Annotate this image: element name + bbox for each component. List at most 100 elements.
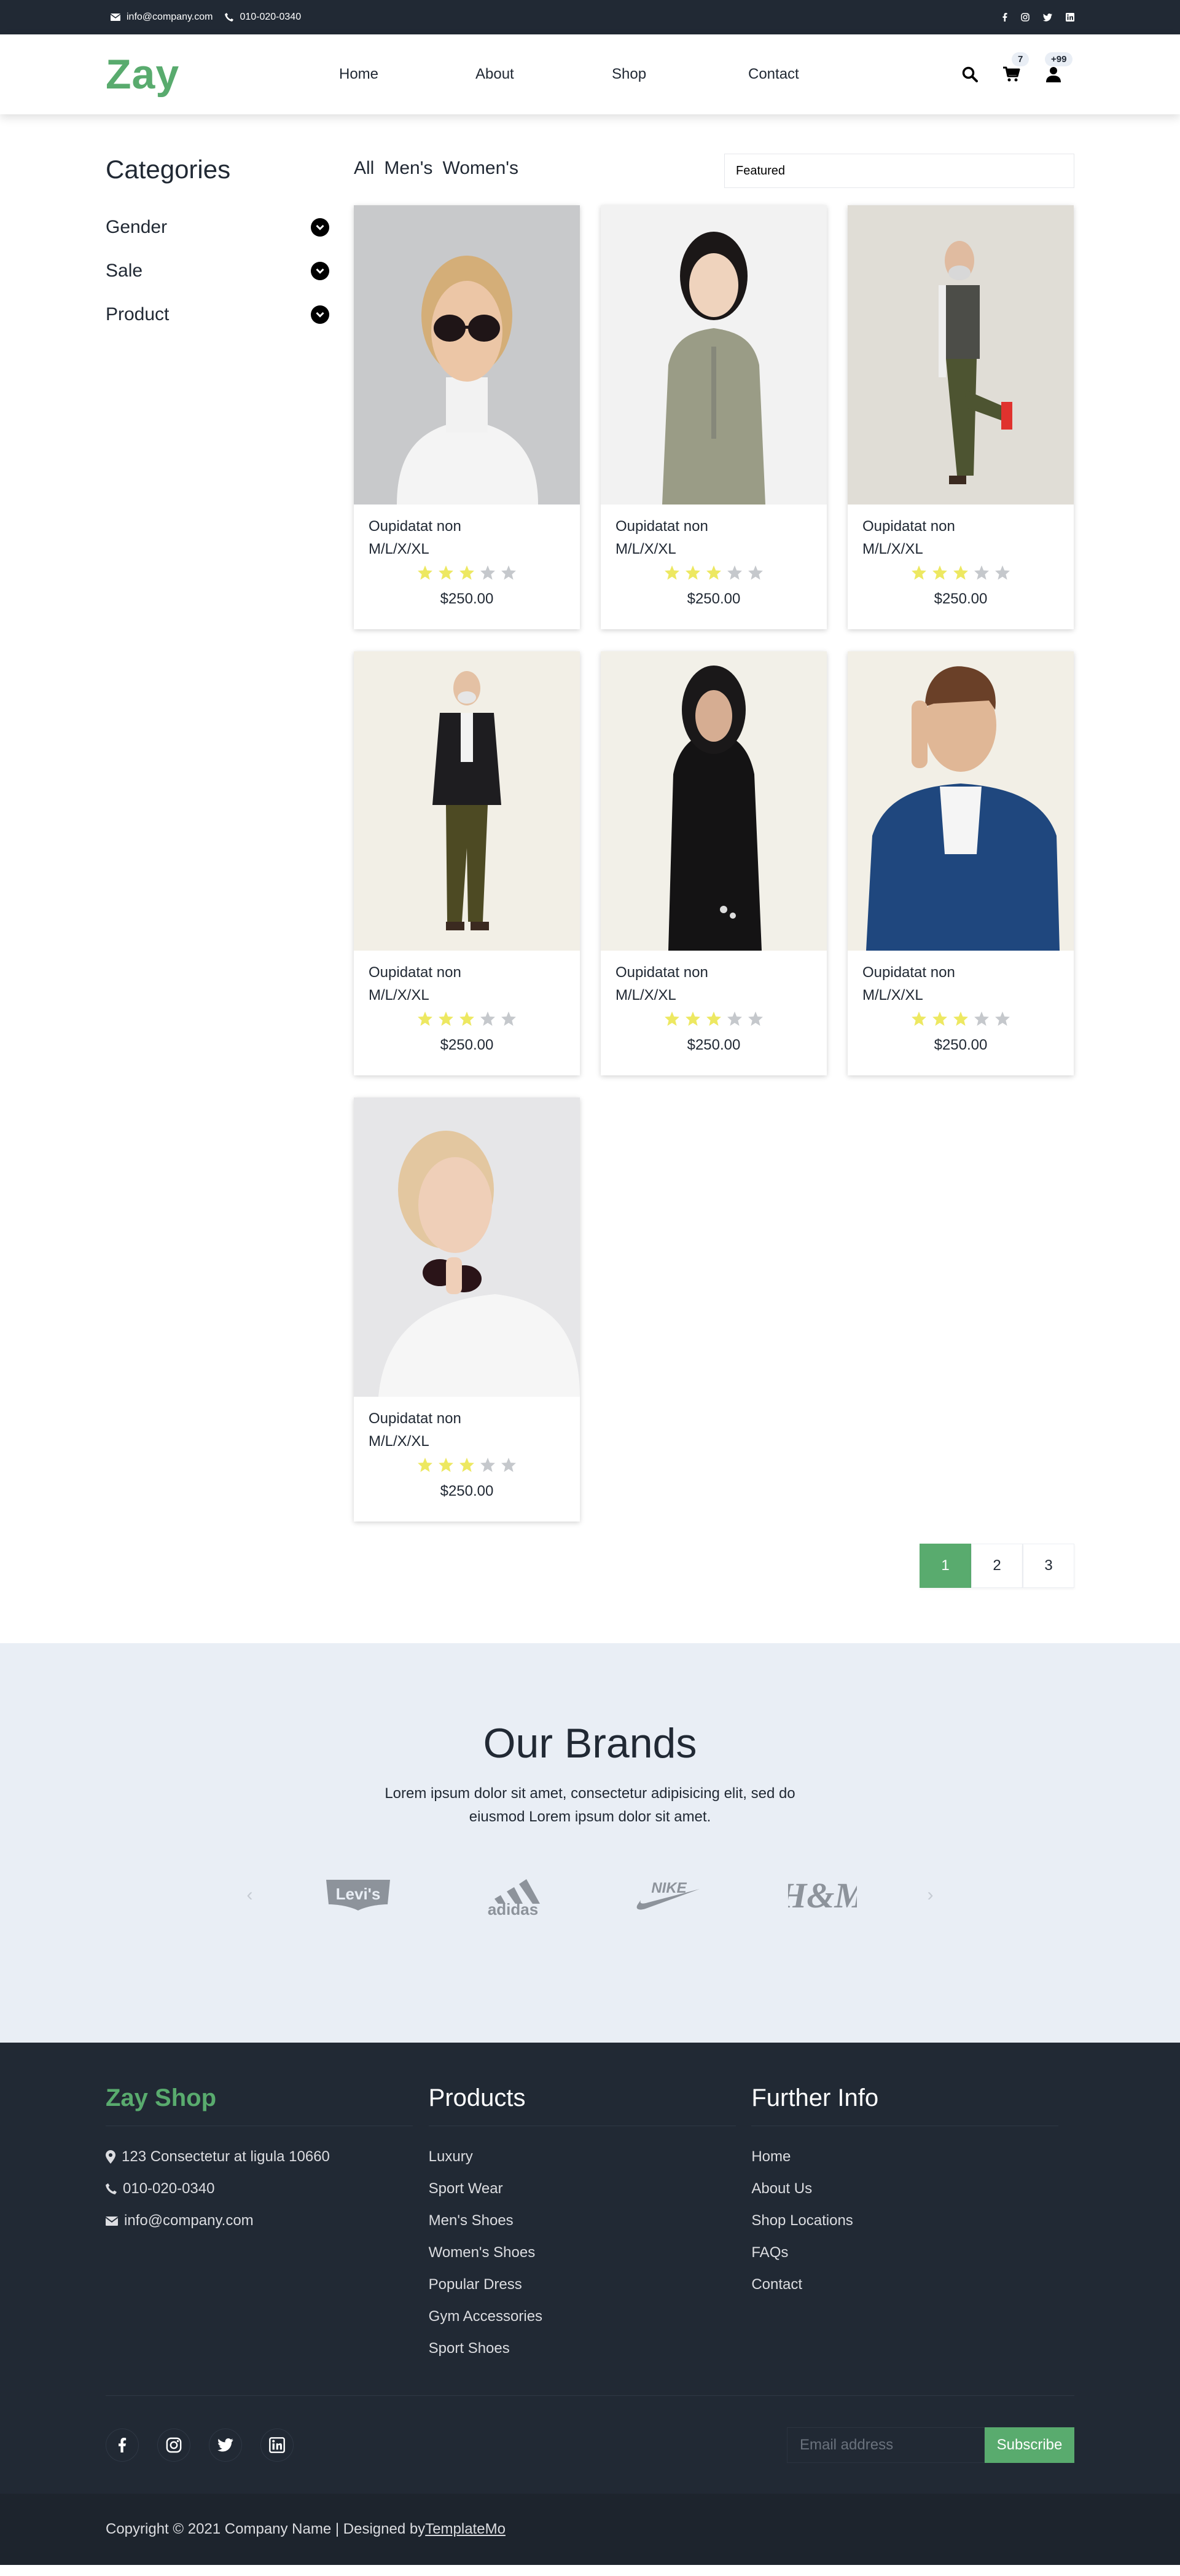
page-1-button[interactable]: 1 [920,1544,971,1588]
phone-icon [106,2183,117,2194]
user-button[interactable]: +99 [1045,52,1073,83]
product-rating [615,1011,812,1035]
product-name[interactable]: Oupidatat non [615,518,812,541]
product-name[interactable]: Oupidatat non [369,518,565,541]
site-footer: Zay Shop 123 Consectetur at ligula 10660… [0,2043,1180,2565]
nav-about[interactable]: About [475,66,612,83]
star-icon [932,565,947,580]
svg-text:H&M: H&M [788,1875,857,1915]
product-info: Oupidatat non M/L/X/XL $250.00 [354,951,580,1054]
brand-adidas[interactable]: adidas [436,1873,590,1917]
product-info: Oupidatat non M/L/X/XL $250.00 [601,951,827,1054]
footer-product-link[interactable]: Popular Dress [429,2269,752,2301]
product-image[interactable] [354,651,580,951]
category-product[interactable]: Product [106,293,329,336]
chevron-right-icon[interactable]: › [900,1885,961,1906]
brand-nike[interactable]: NIKE [590,1877,745,1914]
facebook-icon[interactable] [1002,13,1007,22]
chevron-left-icon[interactable]: ‹ [219,1885,281,1906]
brand-levis[interactable]: Levi's [281,1879,436,1912]
nav-shop[interactable]: Shop [612,66,748,83]
product-image[interactable] [354,1098,580,1397]
footer-product-link[interactable]: Women's Shoes [429,2237,752,2269]
product-card[interactable]: Oupidatat non M/L/X/XL $250.00 [354,205,580,629]
copyright-bar: Copyright © 2021 Company Name | Designed… [0,2494,1180,2565]
logo[interactable]: Zay [106,50,339,98]
footer-product-link[interactable]: Gym Accessories [429,2301,752,2333]
footer-product-link[interactable]: Luxury [429,2141,752,2173]
page-2-button[interactable]: 2 [971,1544,1023,1588]
product-name[interactable]: Oupidatat non [369,964,565,987]
facebook-icon[interactable] [106,2428,139,2462]
phone-icon [225,13,234,22]
top-email-link[interactable]: info@company.com [111,12,213,23]
page-3-button[interactable]: 3 [1023,1544,1074,1588]
product-info: Oupidatat non M/L/X/XL $250.00 [601,505,827,608]
product-price: $250.00 [687,591,741,607]
product-card[interactable]: Oupidatat non M/L/X/XL $250.00 [601,651,827,1075]
footer-social-row: Email address Subscribe [106,2395,1074,2494]
sort-select[interactable]: Featured [724,154,1074,188]
instagram-icon[interactable] [1021,13,1030,22]
twitter-icon[interactable] [209,2428,242,2462]
header-icons: 7 +99 [961,52,1074,83]
top-phone-link[interactable]: 010-020-0340 [225,12,301,23]
product-card[interactable]: Oupidatat non M/L/X/XL $250.00 [848,651,1074,1075]
tab-womens[interactable]: Women's [442,158,518,179]
designer-link[interactable]: TemplateMo [425,2521,506,2538]
product-image[interactable] [354,205,580,505]
star-icon [912,565,926,580]
footer-info-link[interactable]: About Us [751,2173,1074,2205]
footer-info-link[interactable]: Shop Locations [751,2205,1074,2237]
product-name[interactable]: Oupidatat non [862,518,1059,541]
linkedin-icon[interactable] [260,2428,294,2462]
product-image[interactable] [601,651,827,951]
product-card[interactable]: Oupidatat non M/L/X/XL $250.00 [354,1098,580,1522]
product-info: Oupidatat non M/L/X/XL $250.00 [848,505,1074,608]
email-field[interactable]: Email address [787,2427,985,2463]
nav-contact[interactable]: Contact [748,66,885,83]
footer-product-link[interactable]: Sport Shoes [429,2333,752,2365]
star-icon [932,1011,947,1026]
product-card[interactable]: Oupidatat non M/L/X/XL $250.00 [848,205,1074,629]
star-icon [912,1011,926,1026]
category-gender[interactable]: Gender [106,205,329,249]
linkedin-icon[interactable] [1066,13,1074,22]
brand-hm[interactable]: H&M [745,1873,900,1917]
search-icon [962,66,978,82]
hm-logo: H&M [788,1875,857,1915]
brand-carousel: ‹ Levi's adidas NIKE H&M › [0,1873,1180,1917]
product-image[interactable] [601,205,827,505]
search-button[interactable] [961,66,979,83]
footer-email[interactable]: info@company.com [106,2205,429,2237]
product-card[interactable]: Oupidatat non M/L/X/XL $250.00 [354,651,580,1075]
nav-home[interactable]: Home [339,66,475,83]
pagination: 1 2 3 [354,1544,1074,1588]
category-sale[interactable]: Sale [106,249,329,293]
tab-all[interactable]: All [354,158,374,179]
footer-info-link[interactable]: Contact [751,2269,1074,2301]
product-image[interactable] [848,651,1074,951]
footer-info-link[interactable]: FAQs [751,2237,1074,2269]
twitter-icon[interactable] [1043,13,1052,22]
star-icon [748,565,763,580]
product-name[interactable]: Oupidatat non [615,964,812,987]
product-info: Oupidatat non M/L/X/XL $250.00 [354,1397,580,1500]
instagram-icon[interactable] [157,2428,190,2462]
subscribe-button[interactable]: Subscribe [985,2427,1074,2463]
footer-product-link[interactable]: Men's Shoes [429,2205,752,2237]
shop-main: Categories Gender Sale Product All Men's… [0,114,1180,1588]
footer-phone[interactable]: 010-020-0340 [106,2173,429,2205]
product-name[interactable]: Oupidatat non [862,964,1059,987]
product-name[interactable]: Oupidatat non [369,1410,565,1433]
footer-product-link[interactable]: Sport Wear [429,2173,752,2205]
star-icon [727,1011,742,1026]
star-icon [480,1011,495,1026]
product-card[interactable]: Oupidatat non M/L/X/XL $250.00 [601,205,827,629]
cart-button[interactable]: 7 [1003,52,1030,83]
product-image[interactable] [848,205,1074,505]
svg-text:Levi's: Levi's [335,1885,380,1903]
category-label: Sale [106,260,143,281]
footer-info-link[interactable]: Home [751,2141,1074,2173]
tab-mens[interactable]: Men's [384,158,432,179]
